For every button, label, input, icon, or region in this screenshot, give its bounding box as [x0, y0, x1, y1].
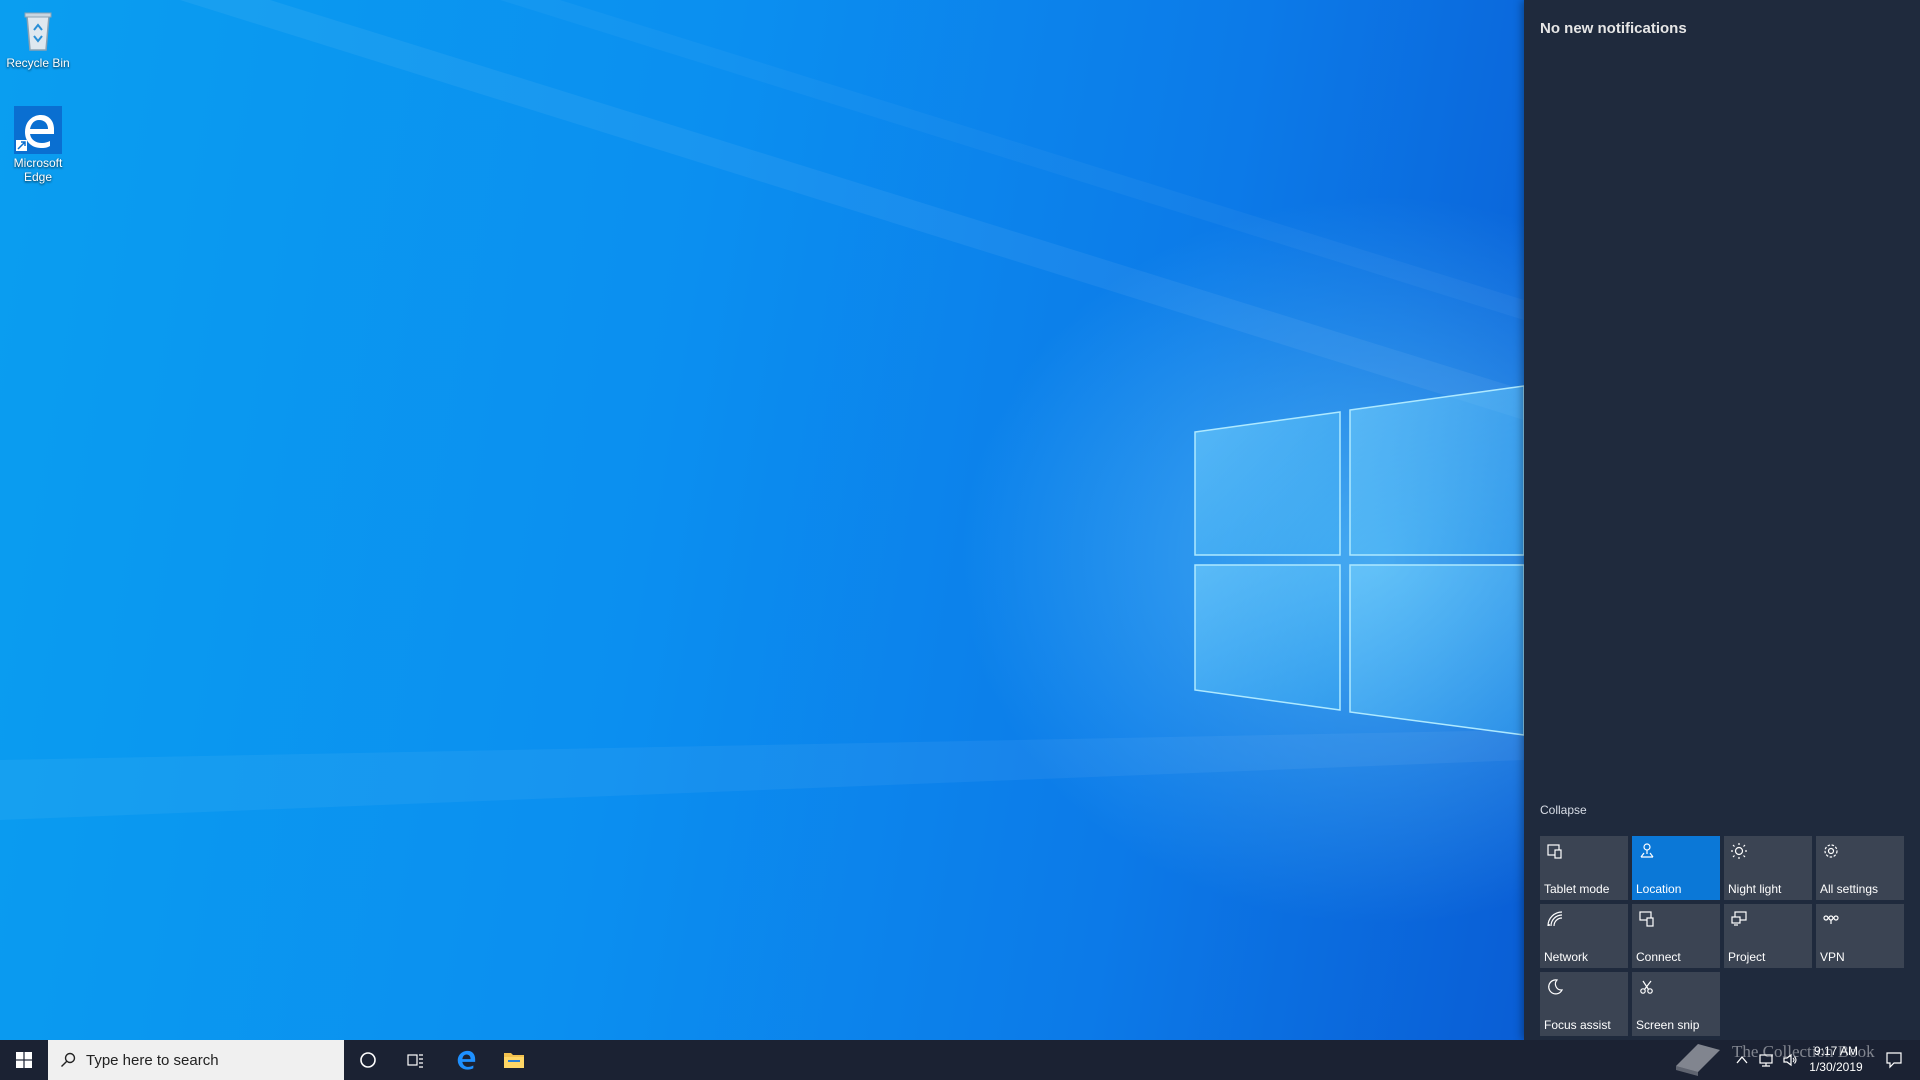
tile-screen-snip[interactable]: Screen snip	[1632, 972, 1720, 1036]
task-view-button[interactable]	[392, 1040, 440, 1080]
tile-label: Screen snip	[1636, 1018, 1700, 1032]
location-icon	[1640, 843, 1654, 858]
tablet-mode-icon	[1547, 844, 1562, 859]
taskbar-clock[interactable]: 9:17 AM 1/30/2019	[1800, 1043, 1872, 1075]
start-button[interactable]	[0, 1040, 48, 1080]
edge-icon	[14, 106, 62, 154]
desktop-icon-label: Recycle Bin	[6, 56, 70, 70]
tile-connect[interactable]: Connect	[1632, 904, 1720, 968]
tile-location[interactable]: Location	[1632, 836, 1720, 900]
tile-label: All settings	[1820, 882, 1879, 896]
windows-logo-icon	[16, 1052, 32, 1068]
cortana-icon	[360, 1052, 376, 1068]
moon-icon	[1548, 979, 1564, 995]
tile-label: Location	[1636, 882, 1682, 896]
tile-label: Project	[1728, 950, 1766, 964]
tile-label: Tablet mode	[1544, 882, 1610, 896]
tile-focus-assist[interactable]: Focus assist	[1540, 972, 1628, 1036]
clock-time: 9:17 AM	[1813, 1044, 1859, 1058]
gear-icon	[1824, 844, 1838, 858]
search-placeholder: Type here to search	[86, 1051, 219, 1069]
tile-all-settings[interactable]: All settings	[1816, 836, 1904, 900]
collapse-link[interactable]: Collapse	[1540, 803, 1587, 817]
tile-project[interactable]: Project	[1724, 904, 1812, 968]
network-icon	[1547, 911, 1563, 927]
tile-label: Connect	[1636, 950, 1681, 964]
recycle-bin-icon	[14, 6, 62, 54]
project-icon	[1731, 911, 1747, 926]
screen-snip-icon	[1640, 980, 1653, 994]
desktop-icon-microsoft-edge[interactable]: Microsoft Edge	[0, 106, 76, 184]
vpn-icon	[1823, 915, 1839, 924]
tile-label: VPN	[1820, 950, 1845, 964]
tile-vpn[interactable]: VPN	[1816, 904, 1904, 968]
task-view-icon	[407, 1054, 423, 1068]
desktop-icon-recycle-bin[interactable]: Recycle Bin	[0, 6, 76, 70]
tile-label: Focus assist	[1544, 1018, 1611, 1032]
desktop-icon-label: Microsoft Edge	[13, 156, 63, 184]
quick-actions-grid: Tablet mode Location Night light All set…	[1540, 836, 1908, 1036]
taskbar: Type here to search 9:17 AM 1/30/2019	[0, 1040, 1920, 1080]
tile-label: Night light	[1728, 882, 1782, 896]
night-light-icon	[1731, 843, 1747, 859]
chevron-up-icon[interactable]	[1734, 1052, 1750, 1068]
taskbar-search-box[interactable]: Type here to search	[48, 1040, 344, 1080]
volume-icon[interactable]	[1782, 1052, 1798, 1068]
taskbar-edge-button[interactable]	[442, 1040, 490, 1080]
tile-night-light[interactable]: Night light	[1724, 836, 1812, 900]
search-icon	[61, 1052, 76, 1067]
cortana-button[interactable]	[344, 1040, 392, 1080]
action-center-button[interactable]	[1874, 1040, 1914, 1080]
notification-icon	[1886, 1052, 1902, 1069]
action-center: No new notifications Collapse Tablet mod…	[1524, 0, 1920, 1040]
tile-network[interactable]: Network	[1540, 904, 1628, 968]
network-icon[interactable]	[1758, 1052, 1774, 1068]
tile-tablet-mode[interactable]: Tablet mode	[1540, 836, 1628, 900]
connect-icon	[1639, 911, 1654, 927]
no-notifications-text: No new notifications	[1540, 20, 1687, 37]
clock-date: 1/30/2019	[1809, 1060, 1863, 1074]
tile-label: Network	[1544, 950, 1589, 964]
taskbar-file-explorer-button[interactable]	[490, 1040, 538, 1080]
file-explorer-icon	[504, 1053, 524, 1068]
edge-icon	[457, 1050, 476, 1070]
